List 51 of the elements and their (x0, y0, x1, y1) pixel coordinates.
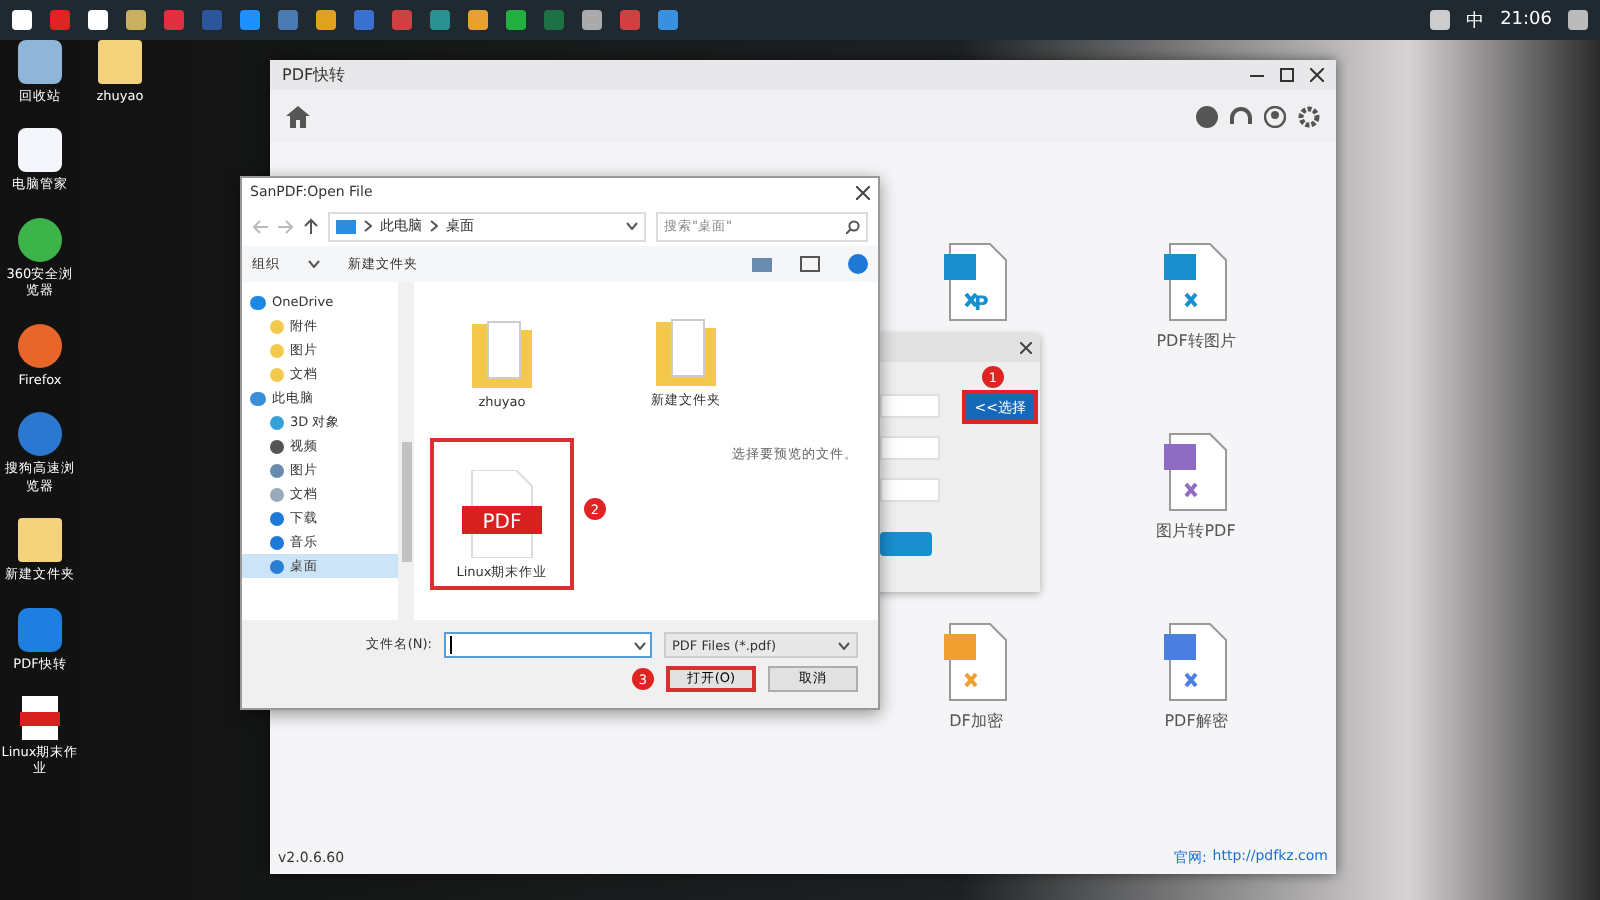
caret-icon (838, 641, 850, 649)
chevron-icon (430, 220, 438, 232)
view-options-icon[interactable] (752, 257, 772, 271)
document-icon[interactable] (1162, 622, 1230, 702)
preview-pane-icon[interactable] (800, 256, 820, 272)
chevron-icon (364, 220, 372, 232)
folder-icon (18, 518, 62, 563)
user-icon[interactable] (1264, 105, 1286, 127)
input-field[interactable] (880, 436, 940, 460)
caret-icon (634, 641, 646, 649)
document-icon[interactable] (942, 622, 1010, 702)
cloud-icon (18, 607, 62, 651)
monitor-icon (336, 219, 356, 233)
browser-icon (18, 323, 62, 368)
input-method-indicator[interactable]: 中 (1466, 7, 1485, 33)
settings-icon[interactable] (1298, 105, 1320, 127)
browser-icon (18, 412, 62, 457)
pdf-file-icon (20, 695, 60, 740)
search-icon (846, 219, 860, 233)
tray-icon[interactable] (1430, 10, 1451, 30)
app-icon (18, 128, 62, 173)
document-icon[interactable] (1162, 432, 1230, 512)
notification-icon[interactable] (1568, 10, 1588, 30)
folder-icon (98, 40, 142, 84)
caret-icon (308, 260, 320, 268)
folder-icon (472, 316, 532, 388)
caret-icon (626, 222, 638, 230)
scrollbar-thumb[interactable] (401, 442, 411, 562)
tool-label[interactable]: 图片转PDF (1156, 520, 1236, 542)
clock[interactable]: 21:06 (1500, 10, 1552, 30)
folder-icon (656, 314, 716, 386)
headset-icon[interactable] (1230, 105, 1252, 127)
close-icon[interactable] (1310, 68, 1324, 82)
maximize-icon[interactable] (1280, 68, 1294, 82)
input-field[interactable] (880, 478, 940, 502)
filename-field[interactable] (444, 632, 652, 658)
up-arrow-icon[interactable] (304, 218, 318, 234)
document-icon[interactable] (1162, 242, 1230, 322)
back-arrow-icon[interactable] (252, 219, 268, 233)
window-title: PDF快转 (282, 64, 346, 86)
close-icon[interactable] (1020, 342, 1032, 354)
close-icon[interactable] (856, 185, 870, 199)
input-field[interactable] (880, 394, 940, 418)
help-icon[interactable] (848, 254, 868, 274)
tool-label[interactable]: PDF解密 (1164, 710, 1228, 732)
home-icon[interactable] (286, 105, 310, 127)
tool-label[interactable]: PDF转图片 (1156, 330, 1236, 352)
tool-label[interactable]: DF加密 (949, 710, 1003, 732)
recycle-bin-icon (18, 40, 62, 84)
browser-icon (18, 217, 62, 262)
forward-arrow-icon[interactable] (278, 219, 294, 233)
